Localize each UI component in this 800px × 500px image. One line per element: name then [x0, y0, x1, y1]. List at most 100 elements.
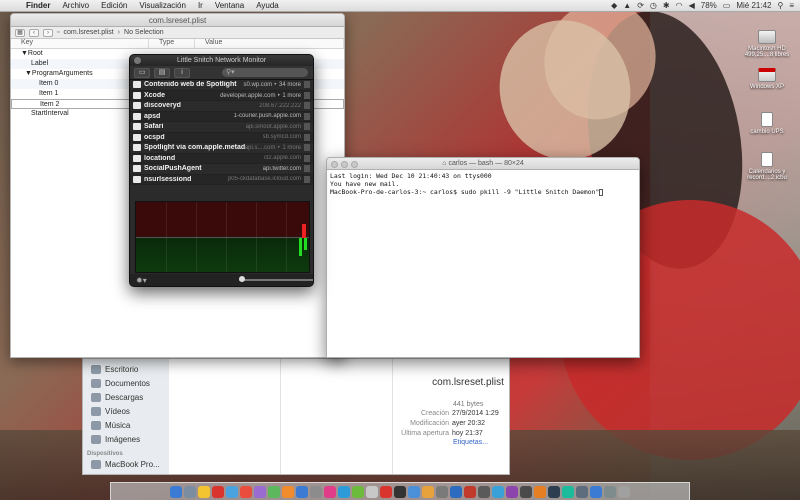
search-field[interactable]: ⚲▾ — [222, 68, 308, 77]
connection-row[interactable]: discoveryd 208.67.222.222 — [130, 101, 313, 112]
dock-app-icon[interactable] — [604, 485, 616, 498]
bluetooth-icon[interactable]: ✱ — [663, 1, 670, 10]
dock-app-icon[interactable] — [436, 485, 448, 498]
snitch-toolbar: ▭ ▤ i ⚲▾ — [130, 66, 313, 80]
sidebar-item-descargas[interactable]: Descargas — [83, 390, 169, 404]
spotlight-icon[interactable]: ⚲ — [777, 1, 783, 10]
menu-ventana[interactable]: Ventana — [209, 1, 250, 10]
battery-icon[interactable]: ▭ — [723, 1, 731, 10]
dock-app-icon[interactable] — [478, 485, 490, 498]
dock-app-icon[interactable] — [450, 485, 462, 498]
dock-app-icon[interactable] — [380, 485, 392, 498]
dock-app-icon[interactable] — [338, 485, 350, 498]
connection-row[interactable]: Contenido web de Spotlight s0.wp.com ‣ 34… — [130, 80, 313, 91]
slider-knob[interactable] — [238, 276, 245, 282]
dock-app-icon[interactable] — [618, 485, 630, 498]
close-icon[interactable] — [134, 57, 141, 64]
dock-app-icon[interactable] — [212, 485, 224, 498]
dock-app-icon[interactable] — [282, 485, 294, 498]
menu-ayuda[interactable]: Ayuda — [250, 1, 285, 10]
terminal-output[interactable]: Last login: Wed Dec 10 21:40:43 on ttys0… — [327, 170, 639, 198]
dock-app-icon[interactable] — [184, 485, 196, 498]
dock-app-icon[interactable] — [492, 485, 504, 498]
dock-app-icon[interactable] — [506, 485, 518, 498]
breadcrumb-file[interactable]: com.lsreset.plist — [63, 29, 113, 36]
dock-app-icon[interactable] — [562, 485, 574, 498]
menu-visualizacion[interactable]: Visualización — [133, 1, 192, 10]
forward-button[interactable]: › — [43, 28, 53, 37]
column-value[interactable]: Value — [195, 39, 344, 48]
connection-row[interactable]: ocspd sb.symcd.com — [130, 132, 313, 143]
connection-row[interactable]: Safari api.smoot.apple.com — [130, 122, 313, 133]
sync-icon[interactable]: ⟳ — [637, 1, 644, 10]
dock-app-icon[interactable] — [226, 485, 238, 498]
column-key[interactable]: Key — [11, 39, 149, 48]
desktop-icon-macintosh-hd[interactable]: Macintosh HD 499,25....8 libres — [734, 30, 800, 58]
preview-created: Creación 27/9/2014 1:29 — [395, 410, 499, 417]
sidebar-item-musica[interactable]: Música — [83, 418, 169, 432]
connection-row[interactable]: Spotlight via com.apple.metad... api.s...… — [130, 143, 313, 154]
dock-app-icon[interactable] — [170, 485, 182, 498]
dropbox-icon[interactable]: ◆ — [611, 1, 617, 10]
dock-app-icon[interactable] — [422, 485, 434, 498]
dock-app-icon[interactable] — [464, 485, 476, 498]
dock-app-icon[interactable] — [240, 485, 252, 498]
dock-app-icon[interactable] — [366, 485, 378, 498]
sidebar-item-imagenes[interactable]: Imágenes — [83, 432, 169, 446]
dock-app-icon[interactable] — [310, 485, 322, 498]
view-detail-icon[interactable]: ▤ — [154, 67, 170, 78]
gear-icon[interactable]: ✹▾ — [136, 276, 147, 285]
battery-percent[interactable]: 78% — [701, 1, 717, 10]
dock-app-icon[interactable] — [254, 485, 266, 498]
snitch-status-icon[interactable]: ▲ — [623, 1, 631, 10]
notification-center-icon[interactable]: ≡ — [789, 1, 794, 10]
sidebar-item-escritorio[interactable]: Escritorio — [83, 362, 169, 376]
dock-app-icon[interactable] — [268, 485, 280, 498]
desktop-icon-cambio-ups[interactable]: cambio UPS — [734, 112, 800, 135]
sidebar-item-videos[interactable]: Vídeos — [83, 404, 169, 418]
dock-app-icon[interactable] — [548, 485, 560, 498]
dock-app-icon[interactable] — [520, 485, 532, 498]
menu-app-finder[interactable]: Finder — [20, 1, 56, 10]
timescale-slider[interactable] — [238, 276, 313, 282]
connection-row[interactable]: SocialPushAgent api.twitter.com — [130, 164, 313, 175]
dock-app-icon[interactable] — [198, 485, 210, 498]
dock-app-icon[interactable] — [534, 485, 546, 498]
desktop-icon-windows-xp[interactable]: Windows XP — [734, 68, 800, 90]
sidebar-item-macbook[interactable]: MacBook Pro... — [83, 457, 169, 471]
menu-archivo[interactable]: Archivo — [56, 1, 95, 10]
meta-value: ayer 20:32 — [452, 420, 486, 427]
time-machine-icon[interactable]: ◷ — [650, 1, 657, 10]
grid-icon[interactable]: ▦ — [15, 28, 25, 37]
connection-row[interactable]: Xcode developer.apple.com ‣ 1 more — [130, 90, 313, 101]
back-button[interactable]: ‹ — [29, 28, 39, 37]
dock-app-icon[interactable] — [296, 485, 308, 498]
wifi-icon[interactable]: ◠ — [676, 1, 683, 10]
minimize-button[interactable] — [341, 161, 348, 168]
finder-window: Escritorio Documentos Descargas Vídeos M… — [82, 358, 510, 475]
tags-link[interactable]: Etiquetas... — [453, 439, 488, 446]
breadcrumb-selection[interactable]: No Selection — [124, 29, 164, 36]
dock-app-icon[interactable] — [590, 485, 602, 498]
connection-row[interactable]: apsd 1-courier.push.apple.com — [130, 111, 313, 122]
menu-edicion[interactable]: Edición — [95, 1, 133, 10]
clock[interactable]: Mié 21:42 — [736, 1, 771, 10]
info-icon[interactable]: i — [174, 67, 190, 78]
menu-ir[interactable]: Ir — [192, 1, 209, 10]
zoom-button[interactable] — [351, 161, 358, 168]
finder-column[interactable] — [169, 359, 281, 474]
dock-app-icon[interactable] — [408, 485, 420, 498]
finder-column[interactable] — [281, 359, 393, 474]
close-button[interactable] — [331, 161, 338, 168]
connection-row[interactable]: nsurlsessiond p05-ckdatabase.icloud.com — [130, 174, 313, 185]
dock-app-icon[interactable] — [352, 485, 364, 498]
volume-icon[interactable]: ◀ — [689, 1, 695, 10]
dock-app-icon[interactable] — [324, 485, 336, 498]
column-type[interactable]: Type — [149, 39, 195, 48]
view-list-icon[interactable]: ▭ — [134, 67, 150, 78]
connection-row[interactable]: locationd cl2.apple.com — [130, 153, 313, 164]
desktop-icon-calendarios[interactable]: Calendarios y record....2.icbu — [734, 152, 800, 181]
dock-app-icon[interactable] — [576, 485, 588, 498]
sidebar-item-documentos[interactable]: Documentos — [83, 376, 169, 390]
dock-app-icon[interactable] — [394, 485, 406, 498]
